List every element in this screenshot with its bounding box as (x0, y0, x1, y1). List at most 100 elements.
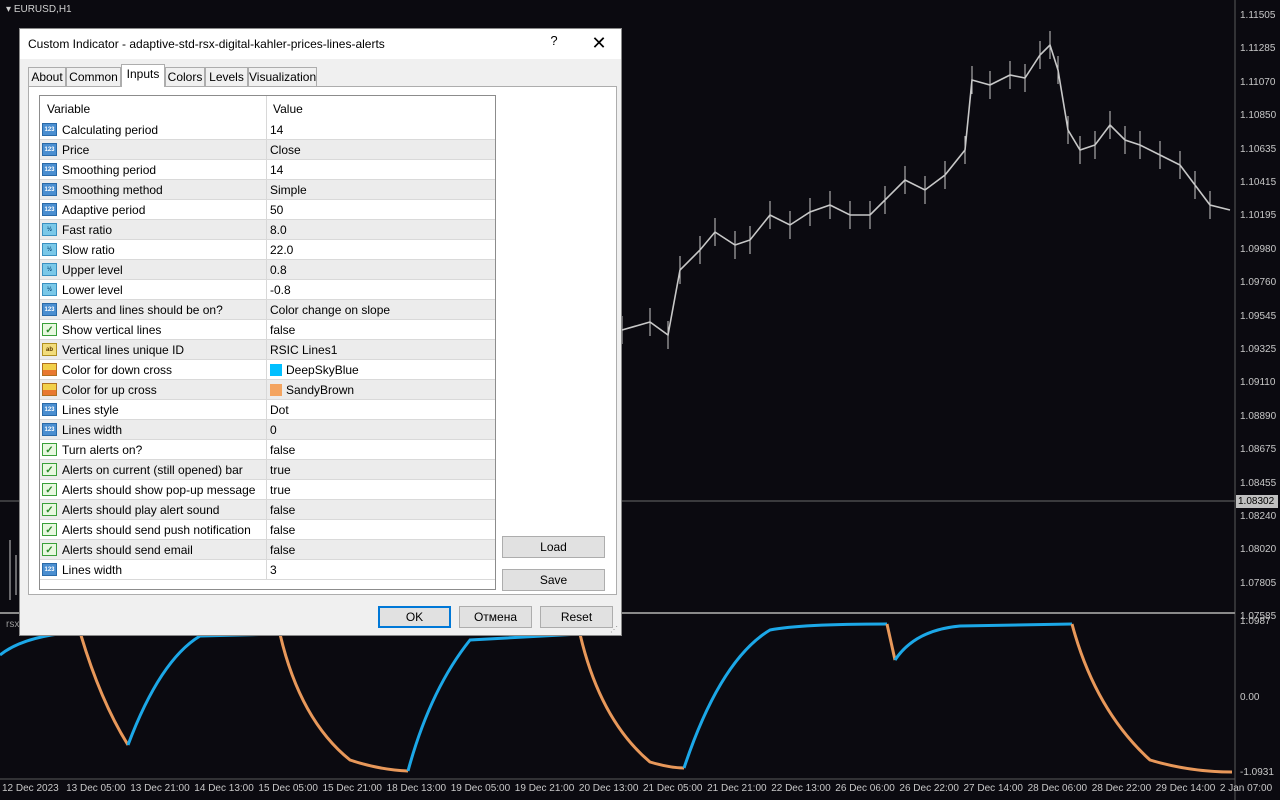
input-name: Alerts should send email (62, 543, 193, 557)
time-tick-label: 14 Dec 13:00 (194, 783, 254, 794)
price-tick-label: 1.08455 (1240, 477, 1277, 489)
input-value[interactable]: -0.8 (270, 283, 291, 297)
input-value[interactable]: 14 (270, 123, 283, 137)
input-value[interactable]: RSIC Lines1 (270, 343, 337, 357)
str-type-icon: ab (42, 343, 57, 356)
inputs-grid[interactable]: Variable Value 123 Calculating period 14 12… (39, 95, 496, 590)
input-value[interactable]: 22.0 (270, 243, 293, 257)
input-value[interactable]: 8.0 (270, 223, 287, 237)
input-row[interactable]: ✓ Alerts should send email false (40, 540, 495, 560)
time-tick-label: 26 Dec 22:00 (899, 783, 959, 794)
tab-visualization[interactable]: Visualization (248, 67, 317, 86)
input-name: Alerts should play alert sound (62, 503, 220, 517)
resize-grip-icon[interactable]: ⋰ (610, 625, 618, 634)
input-row[interactable]: ✓ Turn alerts on? false (40, 440, 495, 460)
bool-type-icon: ✓ (42, 543, 57, 556)
tab-about[interactable]: About (28, 67, 66, 86)
input-value[interactable]: DeepSkyBlue (286, 363, 359, 377)
num-type-icon: 123 (42, 403, 57, 416)
close-icon[interactable]: ✕ (588, 32, 610, 54)
tab-inputs[interactable]: Inputs (121, 64, 165, 87)
input-value[interactable]: false (270, 523, 295, 537)
price-tick-label: 1.09325 (1240, 344, 1277, 355)
input-row[interactable]: 123 Adaptive period 50 (40, 200, 495, 220)
input-value[interactable]: 0 (270, 423, 277, 437)
input-value[interactable]: 0.8 (270, 263, 287, 277)
load-button[interactable]: Load (502, 536, 605, 558)
bool-type-icon: ✓ (42, 443, 57, 456)
input-row[interactable]: ½ Lower level -0.8 (40, 280, 495, 300)
cancel-button[interactable]: Отмена (459, 606, 532, 628)
time-tick-label: 28 Dec 22:00 (1091, 783, 1152, 794)
input-value[interactable]: Dot (270, 403, 289, 417)
cell-divider (266, 280, 267, 299)
input-value[interactable]: 3 (270, 563, 277, 577)
input-value[interactable]: true (270, 483, 291, 497)
input-row[interactable]: ab Vertical lines unique ID RSIC Lines1 (40, 340, 495, 360)
ok-button[interactable]: OK (378, 606, 451, 628)
input-name: Lower level (62, 283, 123, 297)
input-row[interactable]: 123 Smoothing period 14 (40, 160, 495, 180)
tab-common[interactable]: Common (66, 67, 121, 86)
time-tick-label: 28 Dec 06:00 (1027, 783, 1088, 794)
cell-divider (266, 160, 267, 179)
input-row[interactable]: ½ Slow ratio 22.0 (40, 240, 495, 260)
dialog-title-bar[interactable]: Custom Indicator - adaptive-std-rsx-digi… (20, 29, 621, 59)
cell-divider (266, 440, 267, 459)
input-row[interactable]: ✓ Show vertical lines false (40, 320, 495, 340)
price-series-line (621, 43, 1231, 337)
indicator-tick-label: -1.0931 (1240, 767, 1274, 778)
input-row[interactable]: 123 Calculating period 14 (40, 120, 495, 140)
time-tick-label: 26 Dec 06:00 (835, 783, 895, 794)
chart-menu-arrow-icon[interactable]: ▾ (6, 4, 14, 15)
input-row[interactable]: 123 Lines width 3 (40, 560, 495, 580)
input-row[interactable]: 123 Smoothing method Simple (40, 180, 495, 200)
input-row[interactable]: 123 Lines width 0 (40, 420, 495, 440)
column-divider[interactable] (266, 96, 267, 120)
color-swatch[interactable] (270, 364, 282, 376)
inputs-panel: Variable Value 123 Calculating period 14 12… (28, 86, 617, 595)
dbl-type-icon: ½ (42, 283, 57, 296)
input-value[interactable]: 14 (270, 163, 283, 177)
time-tick-label: 15 Dec 21:00 (322, 783, 383, 794)
color-swatch[interactable] (270, 384, 282, 396)
cell-divider (266, 460, 267, 479)
input-name: Adaptive period (62, 203, 146, 217)
num-type-icon: 123 (42, 303, 57, 316)
input-row[interactable]: ½ Upper level 0.8 (40, 260, 495, 280)
input-name: Vertical lines unique ID (62, 343, 185, 357)
reset-button[interactable]: Reset (540, 606, 613, 628)
input-row[interactable]: ½ Fast ratio 8.0 (40, 220, 495, 240)
color-type-icon (42, 363, 57, 376)
tab-colors[interactable]: Colors (165, 67, 205, 86)
help-button[interactable]: ? (547, 33, 561, 53)
dbl-type-icon: ½ (42, 263, 57, 276)
column-header-value[interactable]: Value (273, 102, 303, 116)
num-type-icon: 123 (42, 563, 57, 576)
input-value[interactable]: true (270, 463, 291, 477)
input-name: Lines style (62, 403, 119, 417)
input-row[interactable]: ✓ Alerts should show pop-up message true (40, 480, 495, 500)
tab-levels[interactable]: Levels (205, 67, 248, 86)
input-value[interactable]: false (270, 503, 295, 517)
input-row[interactable]: 123 Lines style Dot (40, 400, 495, 420)
input-row[interactable]: Color for down cross DeepSkyBlue (40, 360, 495, 380)
input-row[interactable]: ✓ Alerts should send push notification fal… (40, 520, 495, 540)
save-button[interactable]: Save (502, 569, 605, 591)
column-header-variable[interactable]: Variable (47, 102, 90, 116)
input-row[interactable]: ✓ Alerts should play alert sound false (40, 500, 495, 520)
input-value[interactable]: Simple (270, 183, 307, 197)
input-name: Smoothing period (62, 163, 157, 177)
input-row[interactable]: 123 Price Close (40, 140, 495, 160)
input-value[interactable]: false (270, 443, 295, 457)
input-name: Alerts and lines should be on? (62, 303, 223, 317)
input-value[interactable]: SandyBrown (286, 383, 354, 397)
input-row[interactable]: ✓ Alerts on current (still opened) bar tru… (40, 460, 495, 480)
input-row[interactable]: 123 Alerts and lines should be on? Color c… (40, 300, 495, 320)
input-value[interactable]: false (270, 543, 295, 557)
input-value[interactable]: Close (270, 143, 301, 157)
input-row[interactable]: Color for up cross SandyBrown (40, 380, 495, 400)
input-value[interactable]: 50 (270, 203, 283, 217)
input-value[interactable]: false (270, 323, 295, 337)
input-value[interactable]: Color change on slope (270, 303, 390, 317)
